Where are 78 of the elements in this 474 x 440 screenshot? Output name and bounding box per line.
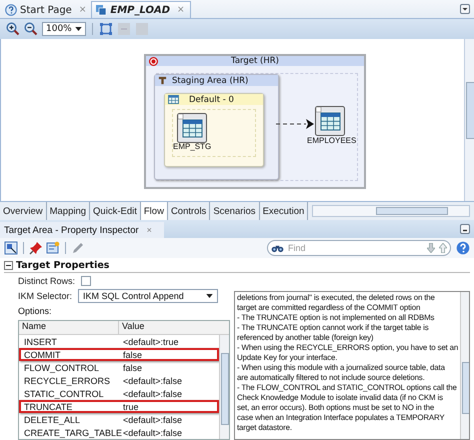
vertical-scrollbar[interactable] <box>460 292 469 439</box>
column-header[interactable]: Value <box>119 321 219 334</box>
staging-area[interactable]: Staging Area (HR) Default - 0 EMP_STG <box>154 74 279 180</box>
table-cell-text: <default>:false <box>122 428 184 438</box>
disabled-tool-icon <box>135 22 149 36</box>
table-row[interactable]: DELETE_ALL <default>:false <box>19 413 219 426</box>
table-cell-text: <default>:false <box>122 388 184 398</box>
target-icon <box>149 56 158 66</box>
table-row[interactable]: CREATE_TARG_TABLE<default>:false <box>19 426 219 439</box>
editor-tab[interactable]: Start Page × <box>2 2 92 18</box>
up-arrow-icon[interactable] <box>439 243 447 253</box>
datastore-label: EMP_STG <box>173 142 212 151</box>
checkbox[interactable] <box>81 276 92 286</box>
down-arrow-icon[interactable] <box>427 243 435 253</box>
view-tab[interactable]: Quick-Edit <box>90 202 141 220</box>
field-label: Distinct Rows: <box>18 276 76 286</box>
help-icon[interactable] <box>456 241 470 255</box>
help-icon <box>5 4 17 16</box>
table-cell-text: <default>:false <box>122 414 184 424</box>
tab-list-icon[interactable] <box>460 4 470 14</box>
source-group[interactable]: Default - 0 EMP_STG <box>164 93 264 167</box>
field-label: IKM Selector: <box>18 291 72 302</box>
table-cell-text: <default>:false <box>122 376 184 386</box>
collapse-icon[interactable] <box>4 260 13 270</box>
view-tab[interactable]: Overview <box>0 202 47 220</box>
zoom-in-icon[interactable] <box>6 22 20 36</box>
flow-arrow <box>276 119 314 129</box>
caret-icon <box>206 294 214 298</box>
table-row[interactable]: INSERT <default>:true <box>19 335 219 348</box>
vertical-scrollbar[interactable] <box>464 39 474 201</box>
target-title: Target (HR) <box>230 56 280 66</box>
binoculars-icon <box>271 244 284 252</box>
table-cell-text: false <box>122 362 144 372</box>
fit-to-window-icon[interactable] <box>99 22 113 36</box>
options-label: Options: <box>18 305 53 318</box>
staging-title: Staging Area (HR) <box>172 76 248 86</box>
highlighted-row[interactable]: TRUNCATE true <box>19 400 219 413</box>
table-cell-text: INSERT <box>23 336 58 346</box>
find-field[interactable]: Find <box>267 240 451 256</box>
zoom-dropdown[interactable]: 100% <box>42 22 86 36</box>
target-area[interactable]: Target (HR) Staging Area (HR) Default - 0 EMP_STG EMPLOYEES <box>144 54 366 189</box>
table-icon <box>168 95 179 104</box>
pencil-icon[interactable] <box>71 241 85 255</box>
table-cell-text: false <box>122 350 144 360</box>
table-cell-text: RECYCLE_ERRORS <box>23 376 112 386</box>
view-tab[interactable]: Execution <box>260 202 308 220</box>
table-cell-text: <default>:true <box>122 336 180 346</box>
table-cell-text: STATIC_CONTROL <box>23 388 105 398</box>
hammer-icon <box>158 76 167 85</box>
datastore-icon[interactable] <box>315 106 345 136</box>
ikm-dropdown[interactable]: IKM SQL Control Append <box>78 289 218 304</box>
table-cell-text: TRUNCATE <box>23 402 74 412</box>
minimize-icon[interactable] <box>460 224 470 234</box>
caret-icon <box>75 27 82 31</box>
edit-properties-icon[interactable] <box>46 241 60 255</box>
disabled-tool-icon <box>117 22 131 36</box>
section-title: Target Properties <box>16 260 110 270</box>
table-cell-text: CREATE_TARG_TABLE <box>23 428 120 438</box>
table-cell-text: COMMIT <box>23 350 62 360</box>
pin-icon[interactable] <box>29 241 43 255</box>
table-row[interactable]: STATIC_CONTROL <default>:false <box>19 387 219 400</box>
view-tab[interactable]: Flow <box>140 202 168 220</box>
zoom-out-icon[interactable] <box>24 22 38 36</box>
view-tab[interactable]: Mapping <box>46 202 90 220</box>
group-title: Default - 0 <box>189 94 234 104</box>
panel-tab[interactable]: Target Area - Property Inspector × <box>0 222 164 238</box>
table-cell-text: FLOW_CONTROL <box>23 362 100 372</box>
highlighted-row[interactable]: COMMIT false <box>19 348 219 361</box>
table-row[interactable]: RECYCLE_ERRORS <default>:false <box>19 374 219 387</box>
table-cell-text: DELETE_ALL <box>23 414 82 424</box>
table-cell-text: true <box>122 402 140 412</box>
horizontal-scrollbar[interactable] <box>312 205 470 217</box>
vertical-scrollbar[interactable] <box>219 335 229 439</box>
datastore-label: EMPLOYEES <box>307 136 356 145</box>
column-header[interactable]: Name <box>19 321 119 334</box>
datastore-icon[interactable] <box>177 113 207 143</box>
editor-tab[interactable]: EMP_LOAD × <box>91 1 191 18</box>
table-row[interactable]: FLOW_CONTROL false <box>19 361 219 374</box>
